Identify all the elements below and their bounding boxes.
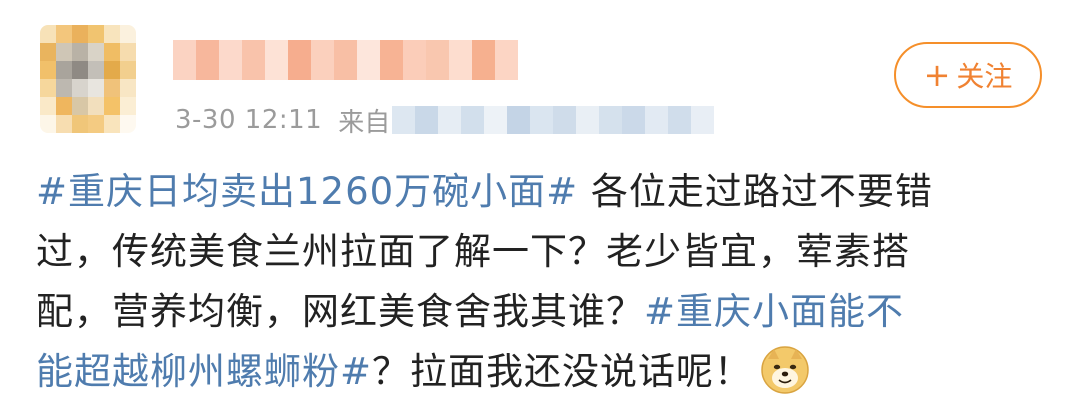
avatar-pixel (120, 43, 136, 61)
weibo-post-card: 3-30 12:11 来自 + 关注 #重庆日均卖出1260万碗小面# 各位走过… (0, 0, 1080, 412)
blur-block (357, 40, 380, 80)
user-avatar[interactable] (40, 25, 136, 133)
blur-block (484, 106, 508, 134)
post-text-line: 配，营养均衡，网红美食舍我其谁？#重庆小面能不 (36, 282, 1046, 342)
post-text: 过，传统美食兰州拉面了解一下？老少皆宜，荤素搭 (36, 230, 910, 273)
avatar-pixel (72, 97, 88, 115)
blur-block (334, 40, 357, 80)
blur-block (449, 40, 472, 80)
blur-block (242, 40, 265, 80)
avatar-pixel (104, 25, 120, 43)
avatar-pixel (40, 97, 56, 115)
blur-block (553, 106, 577, 134)
blur-block (576, 106, 600, 134)
blur-block (495, 40, 518, 80)
avatar-pixel (104, 97, 120, 115)
post-text: 各位走过路过不要错 (578, 170, 933, 213)
follow-button[interactable]: + 关注 (894, 42, 1042, 108)
username-blurred[interactable] (173, 40, 518, 80)
avatar-pixel (56, 25, 72, 43)
source-blurred (392, 106, 715, 134)
blur-block (668, 106, 692, 134)
avatar-pixel (120, 97, 136, 115)
avatar-pixel (72, 79, 88, 97)
avatar-pixel (56, 115, 72, 133)
avatar-pixel (40, 79, 56, 97)
plus-icon: + (923, 56, 951, 94)
blur-block (219, 40, 242, 80)
post-text-line: 过，传统美食兰州拉面了解一下？老少皆宜，荤素搭 (36, 222, 1046, 282)
blur-block (461, 106, 485, 134)
blur-block (530, 106, 554, 134)
avatar-pixel (88, 97, 104, 115)
avatar-pixel (40, 25, 56, 43)
avatar-pixel (72, 25, 88, 43)
avatar-pixel (56, 43, 72, 61)
avatar-pixel (88, 25, 104, 43)
blur-block (196, 40, 219, 80)
blur-block (415, 106, 439, 134)
post-text-line: #重庆日均卖出1260万碗小面# 各位走过路过不要错 (36, 162, 1046, 222)
hashtag-link[interactable]: #重庆日均卖出1260万碗小面# (36, 170, 578, 213)
avatar-pixel (104, 61, 120, 79)
avatar-pixel (104, 115, 120, 133)
post-text: ？拉面我还没说话呢！ (372, 350, 753, 393)
avatar-pixel (56, 79, 72, 97)
blur-block (426, 40, 449, 80)
blur-block (691, 106, 715, 134)
blur-block (622, 106, 646, 134)
blur-block (173, 40, 196, 80)
source-label: 来自 (338, 107, 391, 138)
avatar-pixel (104, 79, 120, 97)
doge-emoji (760, 345, 810, 395)
avatar-pixel (72, 43, 88, 61)
avatar-pixel (88, 79, 104, 97)
post-meta: 3-30 12:11 来自 (175, 100, 715, 140)
avatar-pixel (40, 61, 56, 79)
blur-block (599, 106, 623, 134)
avatar-pixel (120, 61, 136, 79)
post-text: 配，营养均衡，网红美食舍我其谁？ (36, 290, 644, 333)
avatar-pixel (56, 61, 72, 79)
avatar-pixel (120, 79, 136, 97)
blur-block (403, 40, 426, 80)
avatar-pixel (120, 25, 136, 43)
avatar-pixel (88, 43, 104, 61)
avatar-pixel (104, 43, 120, 61)
avatar-pixel (72, 115, 88, 133)
blur-block (288, 40, 311, 80)
post-content: #重庆日均卖出1260万碗小面# 各位走过路过不要错过，传统美食兰州拉面了解一下… (36, 162, 1046, 402)
avatar-pixel (40, 43, 56, 61)
blur-block (507, 106, 531, 134)
avatar-pixel (88, 61, 104, 79)
blur-block (311, 40, 334, 80)
avatar-pixel (72, 61, 88, 79)
blur-block (392, 106, 416, 134)
avatar-pixel (40, 115, 56, 133)
avatar-pixel (120, 115, 136, 133)
post-text-line: 能超越柳州螺蛳粉#？拉面我还没说话呢！ (36, 342, 1046, 402)
blur-block (380, 40, 403, 80)
blur-block (472, 40, 495, 80)
blur-block (265, 40, 288, 80)
hashtag-link[interactable]: #重庆小面能不 (644, 290, 904, 333)
post-timestamp: 3-30 12:11 (175, 105, 323, 135)
avatar-pixel (56, 97, 72, 115)
follow-label: 关注 (956, 60, 1013, 93)
hashtag-link[interactable]: 能超越柳州螺蛳粉# (36, 350, 372, 393)
avatar-pixel (88, 115, 104, 133)
blur-block (438, 106, 462, 134)
blur-block (645, 106, 669, 134)
